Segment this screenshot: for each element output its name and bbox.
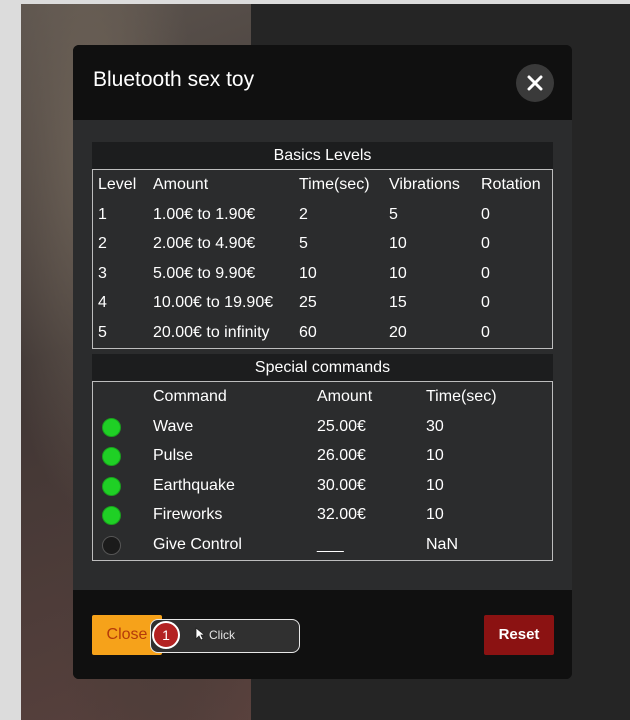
table-row: 1 1.00€ to 1.90€ 2 5 0 xyxy=(93,200,552,230)
command-time: 10 xyxy=(426,476,444,494)
level-cell: 5 xyxy=(98,323,107,341)
command-row[interactable]: Give Control ___ NaN xyxy=(93,530,552,560)
command-row[interactable]: Fireworks 32.00€ 10 xyxy=(93,500,552,530)
command-amount: 25.00€ xyxy=(317,417,366,435)
column-header-command: Command xyxy=(153,388,227,405)
command-name: Earthquake xyxy=(153,476,235,494)
command-time: 10 xyxy=(426,447,444,465)
pointer-cursor-icon xyxy=(195,627,205,641)
amount-cell: 5.00€ to 9.90€ xyxy=(153,264,256,282)
special-commands-title: Special commands xyxy=(92,354,553,381)
status-active-icon xyxy=(102,506,121,526)
toy-settings-modal: Bluetooth sex toy Basics Levels Level Am… xyxy=(73,45,572,679)
time-cell: 25 xyxy=(299,294,317,312)
level-cell: 3 xyxy=(98,264,107,282)
command-name: Wave xyxy=(153,417,194,435)
basics-levels-table: Level Amount Time(sec) Vibrations Rotati… xyxy=(92,169,553,349)
command-name: Pulse xyxy=(153,447,194,465)
column-header-vibrations: Vibrations xyxy=(389,176,460,193)
basics-levels-section: Basics Levels Level Amount Time(sec) Vib… xyxy=(92,142,553,349)
time-cell: 10 xyxy=(299,264,317,282)
time-cell: 60 xyxy=(299,323,317,341)
rotation-cell: 0 xyxy=(481,205,490,223)
column-header-rotation: Rotation xyxy=(481,176,541,193)
close-icon xyxy=(527,75,543,91)
table-row: 4 10.00€ to 19.90€ 25 15 0 xyxy=(93,288,552,318)
amount-cell: 20.00€ to infinity xyxy=(153,323,270,341)
amount-cell: 1.00€ to 1.90€ xyxy=(153,205,256,223)
column-header-amount: Amount xyxy=(153,176,209,193)
click-label: Click xyxy=(209,628,235,642)
table-header-row: Level Amount Time(sec) Vibrations Rotati… xyxy=(93,170,552,200)
vibrations-cell: 10 xyxy=(389,235,407,253)
vibrations-cell: 15 xyxy=(389,294,407,312)
status-inactive-icon xyxy=(102,535,121,555)
command-time: 10 xyxy=(426,506,444,524)
command-row[interactable]: Pulse 26.00€ 10 xyxy=(93,441,552,471)
rotation-cell: 0 xyxy=(481,264,490,282)
command-name: Give Control xyxy=(153,535,242,553)
amount-cell: 2.00€ to 4.90€ xyxy=(153,235,256,253)
modal-title: Bluetooth sex toy xyxy=(93,68,255,91)
table-row: 3 5.00€ to 9.90€ 10 10 0 xyxy=(93,259,552,289)
status-active-icon xyxy=(102,447,121,467)
special-commands-section: Special commands Command Amount Time(sec… xyxy=(92,354,553,561)
modal-header: Bluetooth sex toy xyxy=(73,45,572,120)
command-time: NaN xyxy=(426,535,459,553)
modal-body: Basics Levels Level Amount Time(sec) Vib… xyxy=(73,120,572,590)
rotation-cell: 0 xyxy=(481,323,490,341)
step-badge: 1 xyxy=(152,621,180,649)
command-amount: 30.00€ xyxy=(317,476,366,494)
modal-close-button[interactable] xyxy=(516,64,554,102)
command-name: Fireworks xyxy=(153,506,223,524)
reset-button[interactable]: Reset xyxy=(484,615,554,655)
level-cell: 4 xyxy=(98,294,107,312)
column-header-time: Time(sec) xyxy=(299,176,370,193)
command-time: 30 xyxy=(426,417,444,435)
table-header-row: Command Amount Time(sec) xyxy=(93,382,552,412)
vibrations-cell: 10 xyxy=(389,264,407,282)
vibrations-cell: 5 xyxy=(389,205,398,223)
special-commands-table: Command Amount Time(sec) Wave 25.00€ 30 … xyxy=(92,381,553,561)
basics-levels-title: Basics Levels xyxy=(92,142,553,169)
command-amount: ___ xyxy=(317,535,344,553)
status-active-icon xyxy=(102,417,121,437)
command-amount: 32.00€ xyxy=(317,506,366,524)
level-cell: 2 xyxy=(98,235,107,253)
time-cell: 5 xyxy=(299,235,308,253)
table-row: 5 20.00€ to infinity 60 20 0 xyxy=(93,318,552,348)
vibrations-cell: 20 xyxy=(389,323,407,341)
time-cell: 2 xyxy=(299,205,308,223)
column-header-time: Time(sec) xyxy=(426,388,497,405)
rotation-cell: 0 xyxy=(481,235,490,253)
command-amount: 26.00€ xyxy=(317,447,366,465)
column-header-level: Level xyxy=(98,176,137,193)
rotation-cell: 0 xyxy=(481,294,490,312)
table-row: 2 2.00€ to 4.90€ 5 10 0 xyxy=(93,229,552,259)
modal-footer: Close Reset xyxy=(73,590,572,679)
column-header-amount: Amount xyxy=(317,388,373,405)
status-active-icon xyxy=(102,476,121,496)
command-row[interactable]: Earthquake 30.00€ 10 xyxy=(93,471,552,501)
command-row[interactable]: Wave 25.00€ 30 xyxy=(93,412,552,442)
level-cell: 1 xyxy=(98,205,107,223)
amount-cell: 10.00€ to 19.90€ xyxy=(153,294,274,312)
